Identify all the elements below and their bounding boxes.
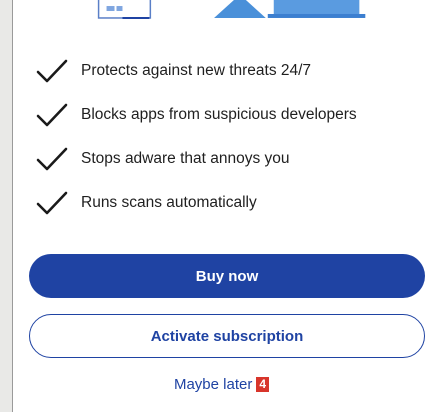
check-icon [36, 191, 68, 215]
maybe-later-link[interactable]: Maybe later [174, 376, 252, 393]
feature-label: Runs scans automatically [81, 194, 257, 211]
buy-now-button[interactable]: Buy now [29, 254, 425, 298]
feature-label: Blocks apps from suspicious developers [81, 106, 357, 123]
maybe-later-row: Maybe later 4 [13, 376, 429, 393]
devices-illustration [97, 0, 366, 19]
feature-label: Protects against new threats 24/7 [81, 62, 312, 79]
check-icon [36, 59, 68, 83]
activate-subscription-button[interactable]: Activate subscription [29, 314, 425, 358]
check-icon [36, 103, 68, 127]
feature-item: Stops adware that annoys you [35, 143, 357, 175]
feature-label: Stops adware that annoys you [81, 150, 290, 167]
feature-item: Runs scans automatically [35, 187, 357, 219]
subscription-panel: Protects against new threats 24/7 Blocks… [12, 0, 429, 412]
check-icon [36, 147, 68, 171]
feature-item: Blocks apps from suspicious developers [35, 99, 357, 131]
annotation-badge: 4 [256, 377, 270, 392]
feature-item: Protects against new threats 24/7 [35, 55, 357, 87]
feature-list: Protects against new threats 24/7 Blocks… [35, 55, 357, 231]
